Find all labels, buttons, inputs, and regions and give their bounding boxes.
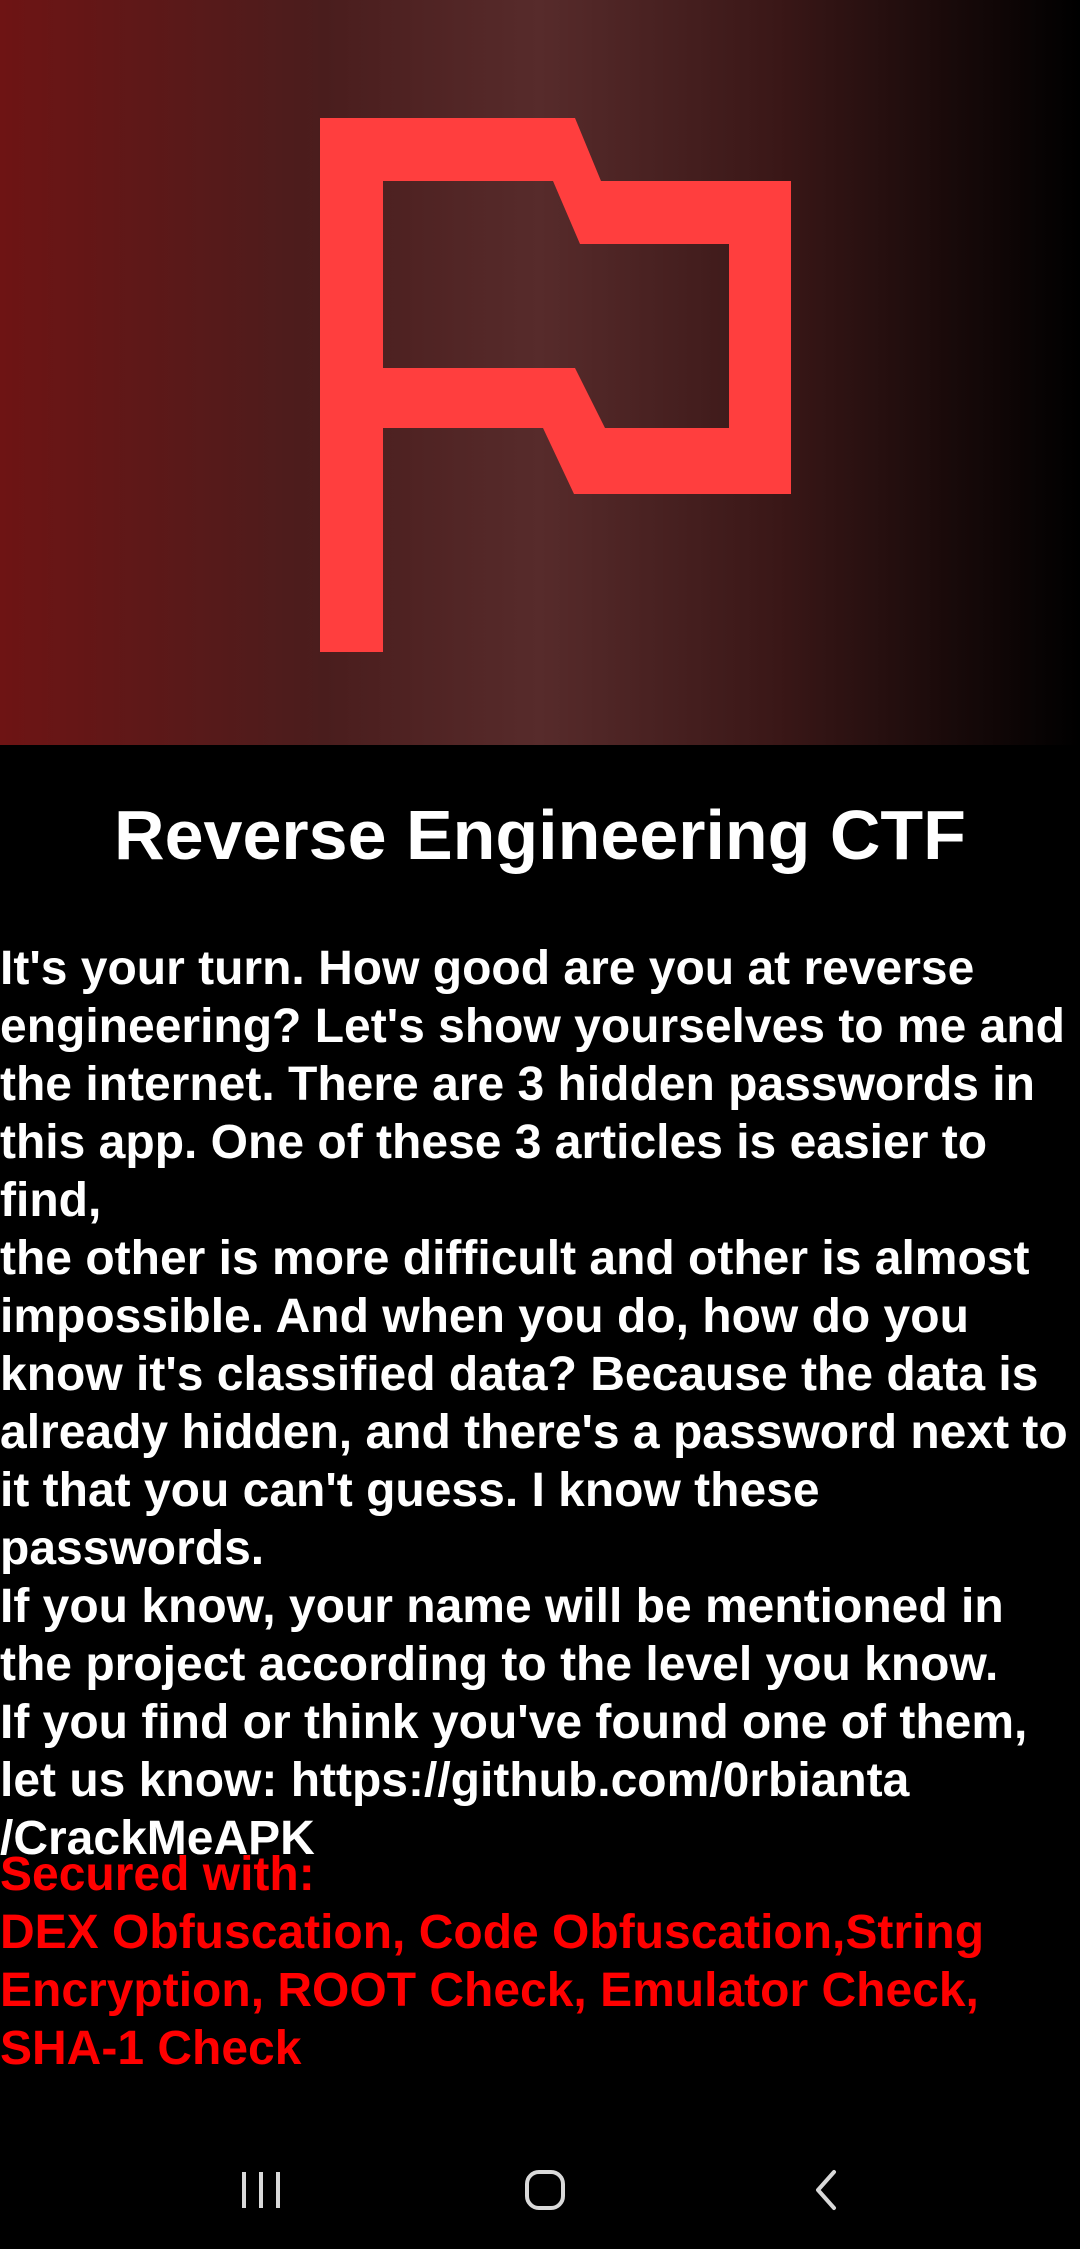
security-features-text: Secured with: DEX Obfuscation, Code Obfu… <box>0 1848 985 2075</box>
back-icon <box>816 2170 836 2210</box>
back-button[interactable] <box>768 2150 888 2230</box>
home-button[interactable] <box>485 2150 605 2230</box>
description-text: It's your turn. How good are you at reve… <box>0 942 1068 1865</box>
recent-apps-icon <box>242 2172 280 2208</box>
page-title: Reverse Engineering CTF <box>114 796 966 874</box>
hero-banner <box>0 0 1080 745</box>
home-icon <box>525 2170 565 2210</box>
recent-apps-button[interactable] <box>202 2150 322 2230</box>
system-navigation-bar <box>0 2130 1080 2249</box>
flag-icon <box>320 118 791 652</box>
